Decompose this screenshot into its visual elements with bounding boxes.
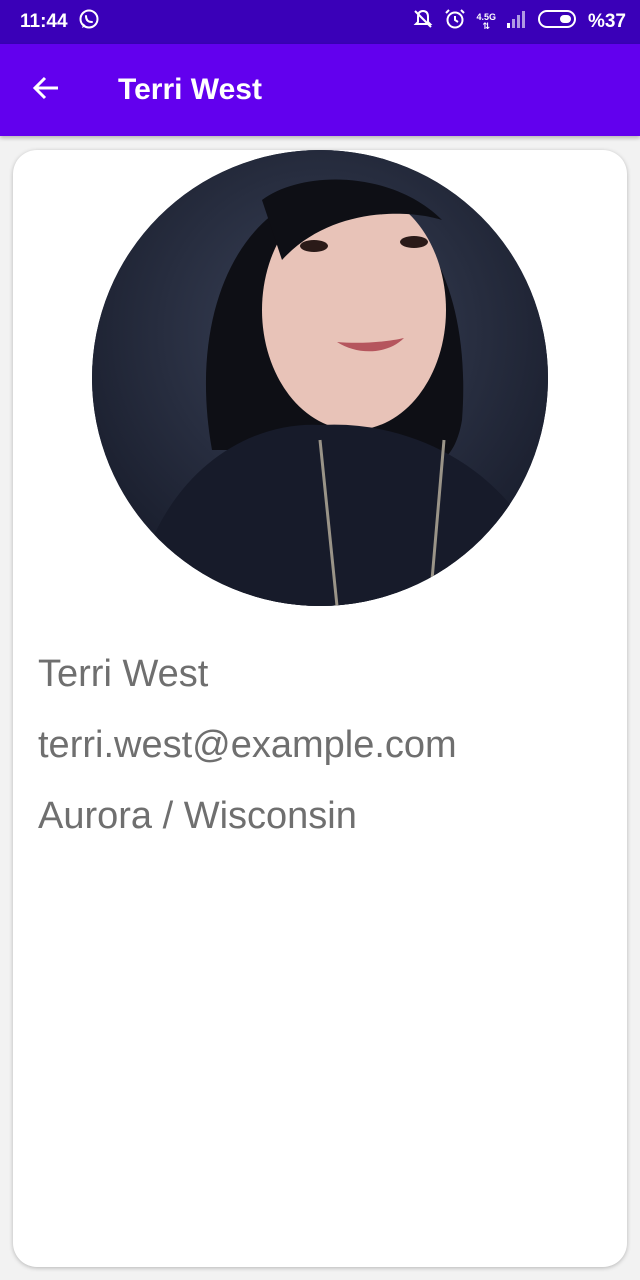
mute-vibrate-icon	[412, 8, 434, 36]
battery-icon	[537, 9, 578, 35]
profile-email: terri.west@example.com	[38, 724, 457, 766]
whatsapp-icon	[78, 8, 100, 36]
status-bar: 11:44 4.5G ⇅ %37	[0, 0, 640, 44]
back-button[interactable]	[0, 44, 92, 136]
network-type: 4.5G ⇅	[476, 12, 496, 31]
profile-name: Terri West	[38, 653, 209, 695]
alarm-icon	[444, 8, 466, 36]
battery-level: %37	[587, 11, 626, 32]
signal-icon	[506, 9, 528, 35]
page-title: Terri West	[118, 73, 262, 106]
profile-location: Aurora / Wisconsin	[38, 795, 357, 837]
avatar	[92, 150, 548, 606]
app-bar: Terri West	[0, 44, 640, 136]
profile-card: Terri West terri.west@example.com Aurora…	[13, 150, 627, 1267]
arrow-back-icon	[31, 73, 61, 108]
status-time: 11:44	[20, 11, 68, 32]
